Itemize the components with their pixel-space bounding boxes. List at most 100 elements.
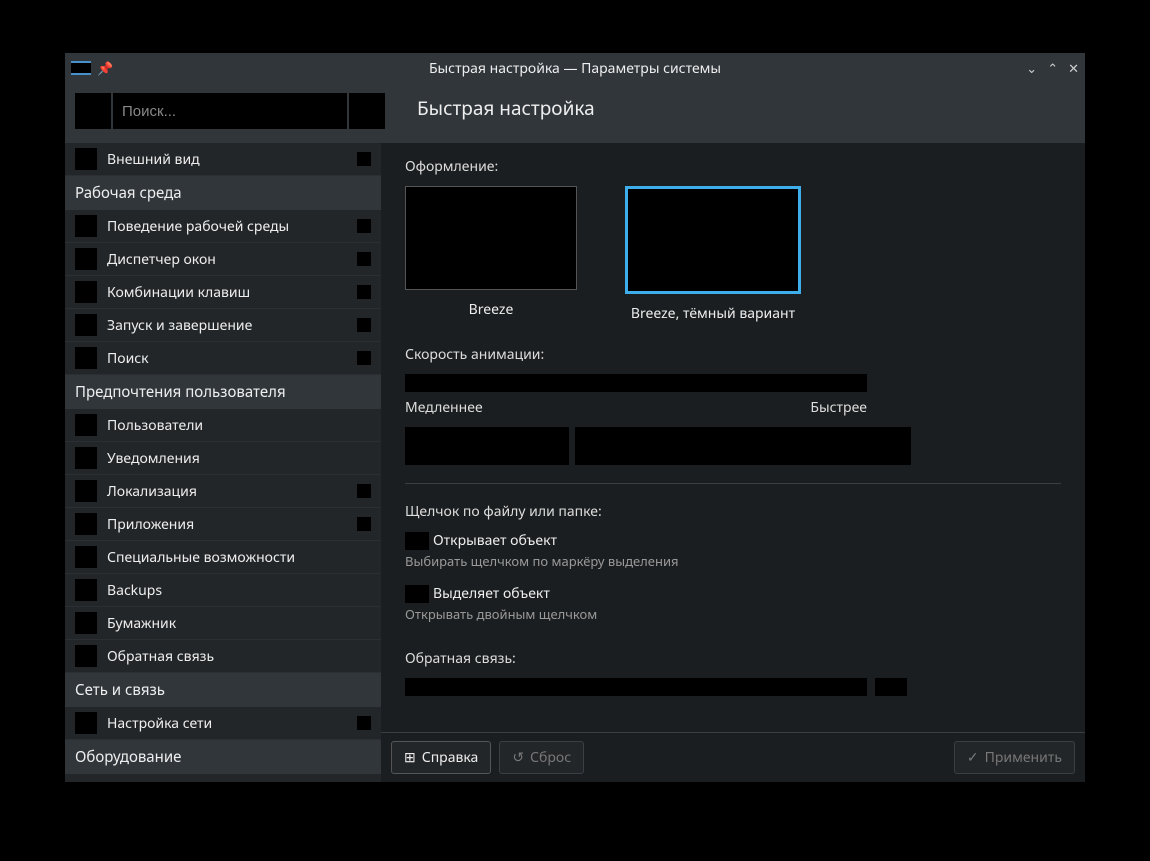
category-icon bbox=[75, 314, 97, 336]
sidebar-item-label: Комбинации клавиш bbox=[107, 283, 347, 302]
sidebar-item-label: Настройка сети bbox=[107, 714, 347, 733]
sidebar-item-appearance[interactable]: Внешний вид bbox=[65, 143, 381, 176]
sidebar-item[interactable]: Запуск и завершение bbox=[65, 309, 381, 342]
app-icon bbox=[71, 61, 91, 75]
chevron-right-icon bbox=[357, 285, 371, 299]
help-icon: ⊞ bbox=[404, 748, 416, 767]
chevron-right-icon bbox=[357, 252, 371, 266]
chevron-right-icon bbox=[357, 219, 371, 233]
footer: ⊞ Справка ↺ Сброс ✓ Применить bbox=[381, 732, 1085, 782]
sidebar-item[interactable]: Настройка сети bbox=[65, 707, 381, 740]
sidebar-item[interactable]: Поиск bbox=[65, 342, 381, 375]
category-icon bbox=[75, 414, 97, 436]
system-settings-window: 📌 Быстрая настройка — Параметры системы … bbox=[65, 53, 1085, 782]
pin-icon[interactable]: 📌 bbox=[97, 59, 113, 77]
category-icon bbox=[75, 248, 97, 270]
feedback-info-button[interactable] bbox=[875, 678, 907, 696]
sidebar-item-label: Уведомления bbox=[107, 449, 371, 468]
sidebar-item[interactable]: Диспетчер окон bbox=[65, 243, 381, 276]
anim-slow-label: Медленнее bbox=[405, 398, 483, 417]
theme-label: Breeze bbox=[405, 300, 577, 319]
sidebar-item[interactable]: Backups bbox=[65, 574, 381, 607]
page-title: Быстрая настройка bbox=[395, 93, 595, 129]
anim-speed-label: Скорость анимации: bbox=[405, 345, 1061, 364]
sidebar-item[interactable]: Специальные возможности bbox=[65, 541, 381, 574]
sidebar-item[interactable]: Пользователи bbox=[65, 409, 381, 442]
theme-label: Оформление: bbox=[405, 157, 1061, 176]
category-icon bbox=[75, 712, 97, 734]
reset-button[interactable]: ↺ Сброс bbox=[499, 741, 584, 774]
chevron-right-icon bbox=[357, 152, 371, 166]
category-icon bbox=[75, 215, 97, 237]
sidebar-item-label: Обратная связь bbox=[107, 647, 371, 666]
sidebar-item-label: Backups bbox=[107, 581, 371, 600]
sidebar: Внешний вид Рабочая среда Поведение рабоч… bbox=[65, 143, 381, 782]
sidebar-item-label: Специальные возможности bbox=[107, 548, 371, 567]
category-icon bbox=[75, 645, 97, 667]
chevron-right-icon bbox=[357, 517, 371, 531]
content-pane: Оформление: Breeze Breeze, тёмный вариант… bbox=[381, 143, 1085, 782]
sidebar-section-header: Предпочтения пользователя bbox=[65, 375, 381, 409]
sidebar-item[interactable]: Комбинации клавиш bbox=[65, 276, 381, 309]
sidebar-item-label: Приложения bbox=[107, 515, 347, 534]
sidebar-section-header: Оборудование bbox=[65, 740, 381, 774]
theme-label: Breeze, тёмный вариант bbox=[625, 304, 801, 323]
menu-button[interactable] bbox=[349, 93, 385, 129]
sidebar-section-header: Сеть и связь bbox=[65, 673, 381, 707]
sidebar-item[interactable]: Обратная связь bbox=[65, 640, 381, 673]
sidebar-section-header: Рабочая среда bbox=[65, 176, 381, 210]
click-label: Щелчок по файлу или папке: bbox=[405, 502, 1061, 521]
sidebar-item-label: Локализация bbox=[107, 482, 347, 501]
anim-fast-label: Быстрее bbox=[810, 398, 867, 417]
category-icon bbox=[75, 148, 97, 170]
help-button[interactable]: ⊞ Справка bbox=[391, 741, 491, 774]
radio-opens[interactable]: Открывает объект bbox=[405, 531, 1061, 550]
maximize-icon[interactable]: ⌃ bbox=[1047, 59, 1058, 77]
sidebar-item-label: Пользователи bbox=[107, 416, 371, 435]
theme-thumbnail bbox=[625, 186, 801, 294]
category-icon bbox=[75, 281, 97, 303]
category-icon bbox=[75, 447, 97, 469]
close-icon[interactable]: ✕ bbox=[1068, 59, 1079, 77]
chevron-right-icon bbox=[357, 351, 371, 365]
category-icon bbox=[75, 546, 97, 568]
radio-icon bbox=[405, 585, 429, 603]
category-icon bbox=[75, 612, 97, 634]
theme-option[interactable]: Breeze bbox=[405, 186, 577, 323]
radio-icon bbox=[405, 532, 429, 550]
radio-selects[interactable]: Выделяет объект bbox=[405, 584, 1061, 603]
divider bbox=[405, 483, 1061, 484]
sidebar-footer bbox=[65, 774, 381, 782]
chevron-right-icon bbox=[357, 318, 371, 332]
sidebar-item-label: Поиск bbox=[107, 349, 347, 368]
chevron-right-icon bbox=[357, 716, 371, 730]
check-icon: ✓ bbox=[967, 748, 979, 767]
home-button[interactable] bbox=[75, 93, 111, 129]
sidebar-item[interactable]: Бумажник bbox=[65, 607, 381, 640]
minimize-icon[interactable]: ⌄ bbox=[1026, 59, 1037, 77]
search-input[interactable] bbox=[113, 93, 347, 129]
sidebar-item-label: Запуск и завершение bbox=[107, 316, 347, 335]
feedback-slider[interactable] bbox=[405, 678, 867, 696]
window-title: Быстрая настройка — Параметры системы bbox=[429, 59, 721, 78]
sidebar-item-label: Поведение рабочей среды bbox=[107, 217, 347, 236]
radio-opens-hint: Выбирать щелчком по маркёру выделения bbox=[405, 552, 1061, 570]
apply-button[interactable]: ✓ Применить bbox=[954, 741, 1075, 774]
category-icon bbox=[75, 480, 97, 502]
titlebar[interactable]: 📌 Быстрая настройка — Параметры системы … bbox=[65, 53, 1085, 83]
sidebar-item[interactable]: Приложения bbox=[65, 508, 381, 541]
anim-option-1[interactable] bbox=[405, 427, 569, 465]
sidebar-item[interactable]: Локализация bbox=[65, 475, 381, 508]
undo-icon: ↺ bbox=[512, 748, 524, 767]
feedback-label: Обратная связь: bbox=[405, 649, 1061, 668]
theme-option[interactable]: Breeze, тёмный вариант bbox=[625, 186, 801, 323]
anim-option-2[interactable] bbox=[575, 427, 911, 465]
radio-selects-hint: Открывать двойным щелчком bbox=[405, 605, 1061, 623]
sidebar-item[interactable]: Поведение рабочей среды bbox=[65, 210, 381, 243]
header-strip: Быстрая настройка bbox=[65, 83, 1085, 143]
category-icon bbox=[75, 513, 97, 535]
theme-thumbnail bbox=[405, 186, 577, 290]
anim-speed-slider[interactable] bbox=[405, 374, 867, 392]
sidebar-item[interactable]: Уведомления bbox=[65, 442, 381, 475]
sidebar-item-label: Бумажник bbox=[107, 614, 371, 633]
